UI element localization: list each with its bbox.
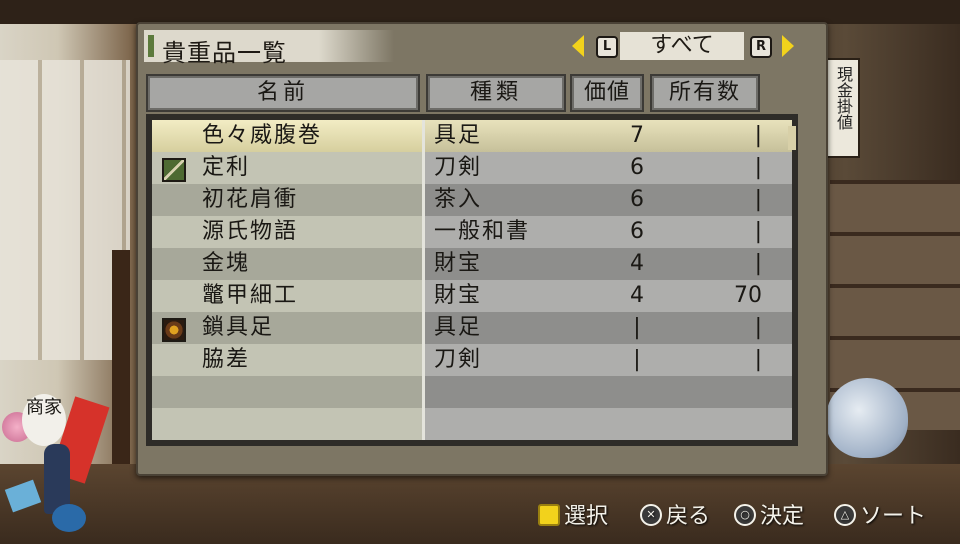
item-type: 一般和書 [434, 219, 531, 244]
item-name: 初花肩衝 [202, 187, 299, 212]
column-divider [422, 120, 425, 440]
merchant-house-emblem: 商家 [0, 392, 132, 544]
sword-icon [162, 158, 186, 182]
list-item[interactable]: 初花肩衝 茶入 6 | [152, 184, 792, 216]
item-count: | [754, 347, 762, 372]
item-count: | [754, 251, 762, 276]
item-type: 具足 [434, 315, 483, 340]
category-filter[interactable]: L すべて R [570, 30, 800, 62]
item-value: | [633, 315, 641, 340]
arrow-right-icon[interactable] [782, 35, 794, 57]
r-button-icon[interactable]: R [750, 36, 772, 58]
item-value: 6 [630, 219, 644, 244]
l-button-icon[interactable]: L [596, 36, 618, 58]
list-item[interactable]: 金塊 財宝 4 | [152, 248, 792, 280]
item-value: 7 [630, 123, 644, 148]
hanging-sign: 現金掛値 [826, 58, 860, 158]
column-header-name[interactable]: 名前 [146, 74, 420, 112]
cross-button-icon: ✕ [640, 504, 662, 526]
item-count: | [754, 155, 762, 180]
list-item[interactable]: 源氏物語 一般和書 6 | [152, 216, 792, 248]
item-name: 金塊 [202, 251, 251, 276]
control-confirm[interactable]: ○ 決定 [734, 504, 804, 530]
control-select-label: 選択 [564, 504, 609, 529]
item-count: | [754, 315, 762, 340]
armor-icon [162, 318, 186, 342]
control-select[interactable]: 選択 [538, 504, 608, 530]
item-count: 70 [734, 283, 762, 308]
button-guide: 選択 ✕ 戻る ○ 決定 △ ソート [538, 504, 948, 530]
shoji-screen [0, 60, 130, 360]
book-icon [4, 479, 42, 513]
list-item[interactable]: 鎖具足 具足 | | [152, 312, 792, 344]
control-back-label: 戻る [666, 504, 711, 529]
item-value: 4 [630, 283, 644, 308]
item-count: | [754, 187, 762, 212]
ceiling-beam [0, 0, 960, 24]
item-type: 茶入 [434, 187, 483, 212]
list-item[interactable]: 色々威腹巻 具足 7 | [152, 120, 796, 152]
item-name: 源氏物語 [202, 219, 299, 244]
item-list-body: 色々威腹巻 具足 7 | 定利 刀剣 6 | 初花肩衝 茶入 6 | 源氏物語 … [152, 120, 796, 440]
control-sort[interactable]: △ ソート [834, 504, 926, 530]
item-value: 6 [630, 187, 644, 212]
item-type: 具足 [434, 123, 483, 148]
valuables-panel: 貴重品一覧 L すべて R 名前 種類 価値 所有数 色々威腹巻 具足 7 | … [136, 22, 828, 476]
filter-current-category[interactable]: すべて [620, 32, 744, 60]
list-item[interactable]: 脇差 刀剣 | | [152, 344, 792, 376]
item-value: 4 [630, 251, 644, 276]
column-header-value[interactable]: 価値 [570, 74, 644, 112]
item-name: 脇差 [202, 347, 251, 372]
porcelain-vase [826, 378, 908, 458]
item-type: 財宝 [434, 283, 483, 308]
item-value: | [633, 347, 641, 372]
item-count: | [754, 219, 762, 244]
item-name: 色々威腹巻 [202, 123, 323, 148]
column-header-count[interactable]: 所有数 [650, 74, 760, 112]
selection-marker [788, 126, 796, 150]
empty-row [152, 408, 792, 440]
hanging-sign-text: 現金掛値 [834, 66, 853, 130]
item-list: 色々威腹巻 具足 7 | 定利 刀剣 6 | 初花肩衝 茶入 6 | 源氏物語 … [146, 114, 798, 446]
item-name: 鼈甲細工 [202, 283, 299, 308]
empty-row [152, 376, 792, 408]
list-item[interactable]: 鼈甲細工 財宝 4 70 [152, 280, 792, 312]
list-item[interactable]: 定利 刀剣 6 | [152, 152, 792, 184]
item-count: | [754, 123, 762, 148]
teapot-icon [52, 504, 86, 532]
item-value: 6 [630, 155, 644, 180]
control-confirm-label: 決定 [760, 504, 805, 529]
item-name: 定利 [202, 155, 251, 180]
title-accent-bar [148, 35, 154, 57]
dpad-icon [538, 504, 560, 526]
title-plate: 貴重品一覧 [144, 30, 394, 67]
control-sort-label: ソート [860, 504, 927, 529]
arrow-left-icon[interactable] [572, 35, 584, 57]
item-type: 財宝 [434, 251, 483, 276]
emblem-badge: 商家 [22, 394, 66, 446]
item-type: 刀剣 [434, 155, 483, 180]
item-name: 鎖具足 [202, 315, 275, 340]
panel-title: 貴重品一覧 [162, 39, 287, 67]
control-back[interactable]: ✕ 戻る [640, 504, 710, 530]
triangle-button-icon: △ [834, 504, 856, 526]
column-header-type[interactable]: 種類 [426, 74, 566, 112]
circle-button-icon: ○ [734, 504, 756, 526]
item-type: 刀剣 [434, 347, 483, 372]
